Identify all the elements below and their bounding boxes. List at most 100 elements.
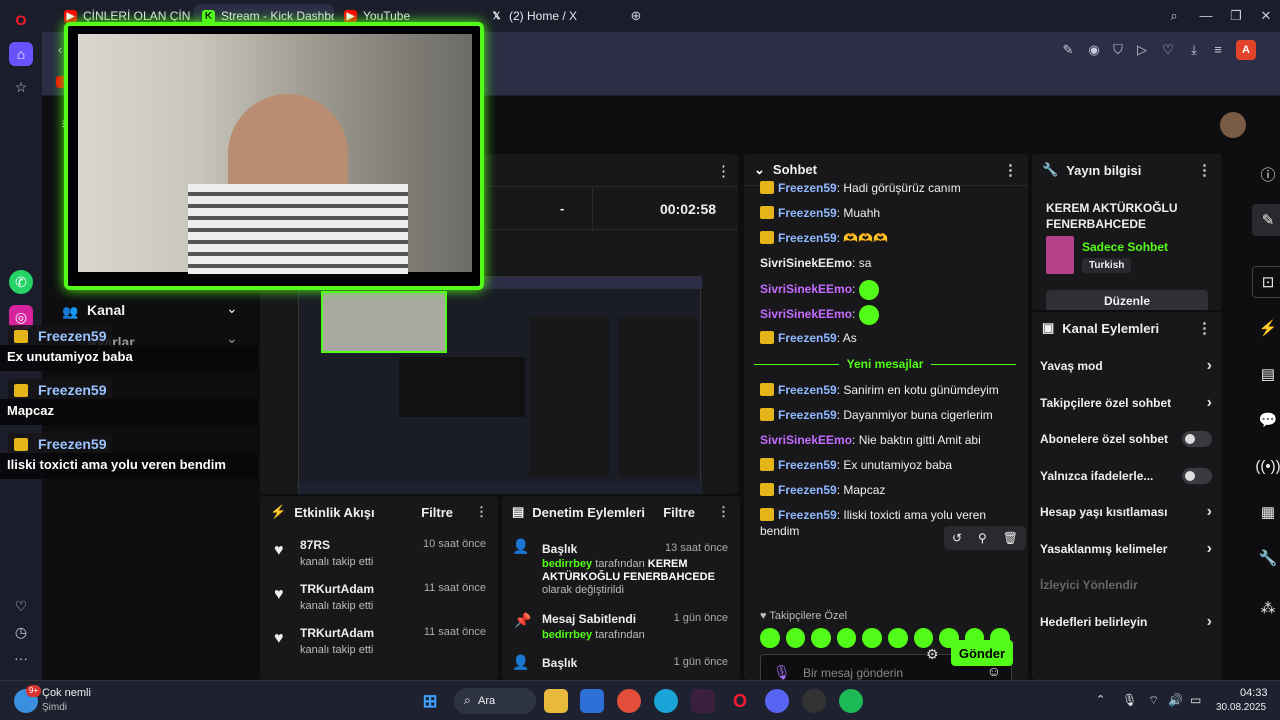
document-icon[interactable]: ▤ [1252, 358, 1280, 390]
close-icon[interactable]: ✕ [1258, 8, 1274, 24]
minimize-icon[interactable]: — [1198, 8, 1214, 24]
channel-action-item[interactable]: Yasaklanmış kelimeler › [1040, 531, 1212, 567]
network-icon[interactable]: ⁂ [1252, 592, 1280, 624]
chat-username[interactable]: Freezen59 [778, 383, 837, 397]
more-icon[interactable]: ⋮ [717, 504, 730, 520]
channel-action-item[interactable]: Abonelere özel sohbet [1040, 421, 1212, 457]
toggle-switch[interactable] [1182, 431, 1212, 447]
windows-start-icon[interactable]: ⊞ [418, 689, 442, 713]
star-icon[interactable]: ☆ [9, 75, 33, 99]
lightning-icon[interactable]: ⚡ [1252, 312, 1280, 344]
emote-icon[interactable] [760, 628, 780, 648]
file-explorer-icon[interactable] [544, 689, 568, 713]
restore-icon[interactable]: ❐ [1228, 8, 1244, 24]
more-icon[interactable]: ⋮ [1003, 161, 1018, 179]
chat-username[interactable]: Freezen59 [778, 181, 837, 195]
activity-user[interactable]: TRKurtAdam [300, 626, 374, 640]
activity-user[interactable]: TRKurtAdam [300, 582, 374, 596]
info-icon[interactable]: ⓘ [1252, 158, 1280, 190]
trash-icon[interactable]: 🗑 [1003, 531, 1018, 545]
chat-username[interactable]: SivriSinekEEmo [760, 256, 852, 270]
emote-icon[interactable] [913, 628, 934, 648]
chevron-down-icon[interactable]: ⌄ [226, 300, 238, 317]
spotify-icon[interactable] [839, 689, 863, 713]
camera-icon[interactable]: ◉ [1086, 42, 1102, 58]
category-link[interactable]: Sadece Sohbet [1082, 240, 1168, 254]
home-icon[interactable]: ⌂ [9, 42, 33, 66]
channel-action-item[interactable]: Hesap yaşı kısıtlaması › [1040, 494, 1212, 530]
toggle-switch[interactable] [1182, 467, 1212, 484]
more-icon[interactable]: ··· [9, 646, 33, 670]
volume-icon[interactable]: 🔊 [1168, 693, 1183, 707]
new-tab-icon[interactable]: ⊕ [628, 8, 644, 24]
gear-icon[interactable]: ⚙ [926, 646, 939, 663]
activity-filter-button[interactable]: Filtre [421, 505, 453, 520]
channel-action-item[interactable]: Yalnızca ifadelerle... [1040, 458, 1212, 494]
emote-icon[interactable] [785, 628, 806, 648]
emote-icon[interactable] [887, 628, 908, 648]
channel-action-item[interactable]: Takipçilere özel sohbet › [1040, 385, 1212, 421]
emote-icon[interactable] [862, 628, 882, 648]
store-icon[interactable] [580, 689, 604, 713]
discord-icon[interactable] [765, 689, 789, 713]
microphone-icon[interactable]: 🎙 [1122, 693, 1137, 707]
moderation-filter-button[interactable]: Filtre [663, 505, 695, 520]
wifi-icon[interactable]: ⌔ [1148, 693, 1159, 708]
chat-username[interactable]: SivriSinekEEmo [760, 433, 852, 447]
battery-icon[interactable]: ▭ [1190, 693, 1201, 707]
chevron-up-icon[interactable]: ⌃ [1096, 693, 1105, 706]
emote-icon[interactable] [811, 628, 831, 648]
send-button[interactable]: Gönder [951, 640, 1013, 666]
avatar[interactable] [1220, 112, 1246, 138]
chat-username[interactable]: Freezen59 [778, 408, 837, 422]
edit-button[interactable]: Düzenle [1046, 290, 1208, 310]
chat-username[interactable]: Freezen59 [778, 231, 837, 245]
obs-icon[interactable] [802, 689, 826, 713]
chat-username[interactable]: Freezen59 [778, 331, 837, 345]
pin-icon[interactable]: ⚲ [978, 531, 987, 545]
nav-kanal[interactable]: Kanal [87, 302, 125, 318]
play-icon[interactable]: ▷ [1134, 42, 1150, 58]
chrome-icon[interactable] [617, 689, 641, 713]
chevron-down-icon[interactable]: ⌄ [754, 162, 765, 178]
emote-icon[interactable] [836, 628, 857, 648]
broadcast-icon[interactable]: ((•)) [1252, 450, 1280, 482]
clock-date[interactable]: 30.08.2025 [1216, 702, 1266, 713]
edge-icon[interactable] [654, 689, 678, 713]
layout-icon[interactable]: ▦ [1252, 496, 1280, 528]
edit-icon[interactable]: ✎ [1060, 42, 1076, 58]
channel-action-item[interactable]: Hedefleri belirleyin › [1040, 604, 1212, 640]
menu-icon[interactable]: ≡ [1210, 42, 1226, 58]
search-icon[interactable]: ⌕ [1166, 8, 1182, 24]
pencil-icon[interactable]: ✎ [1252, 204, 1280, 236]
chat-username[interactable]: Freezen59 [778, 206, 837, 220]
chat-username[interactable]: Freezen59 [778, 483, 837, 497]
channel-action-item[interactable]: Yavaş mod › [1040, 348, 1212, 384]
taskbar-search[interactable]: ⌕ Ara [454, 688, 536, 714]
clock-time[interactable]: 04:33 [1240, 687, 1268, 699]
opera-icon[interactable]: O [728, 689, 752, 713]
chat-username[interactable]: SivriSinekEEmo [760, 307, 852, 321]
shield-icon[interactable]: ⛉ [1110, 42, 1126, 58]
heart-icon[interactable]: ♡ [9, 594, 33, 618]
history-icon[interactable]: ◷ [9, 620, 33, 644]
opera-logo-icon[interactable]: O [9, 8, 33, 32]
more-icon[interactable]: ⋮ [716, 162, 731, 180]
app-icon[interactable] [691, 689, 715, 713]
more-icon[interactable]: ⋮ [1197, 161, 1212, 179]
camera-frame-icon[interactable]: ⊡ [1252, 266, 1280, 298]
stream-preview-video[interactable] [298, 276, 702, 494]
microphone-icon[interactable]: 🎙 [773, 664, 791, 680]
wrench-icon[interactable]: 🔧 [1252, 542, 1280, 574]
chat-username[interactable]: Freezen59 [778, 508, 837, 522]
activity-user[interactable]: 87RS [300, 538, 330, 552]
profile-avatar[interactable]: A [1236, 40, 1256, 60]
chat-username[interactable]: SivriSinekEEmo [760, 282, 852, 296]
chat-username[interactable]: Freezen59 [778, 458, 837, 472]
tab-x-home[interactable]: 𝕏 (2) Home / X [482, 4, 622, 28]
more-icon[interactable]: ⋮ [475, 504, 488, 520]
download-icon[interactable]: ⤓ [1186, 42, 1202, 58]
heart-icon[interactable]: ♡ [1160, 42, 1176, 58]
reply-icon[interactable]: ↺ [952, 531, 962, 545]
whatsapp-icon[interactable]: ✆ [9, 270, 33, 294]
